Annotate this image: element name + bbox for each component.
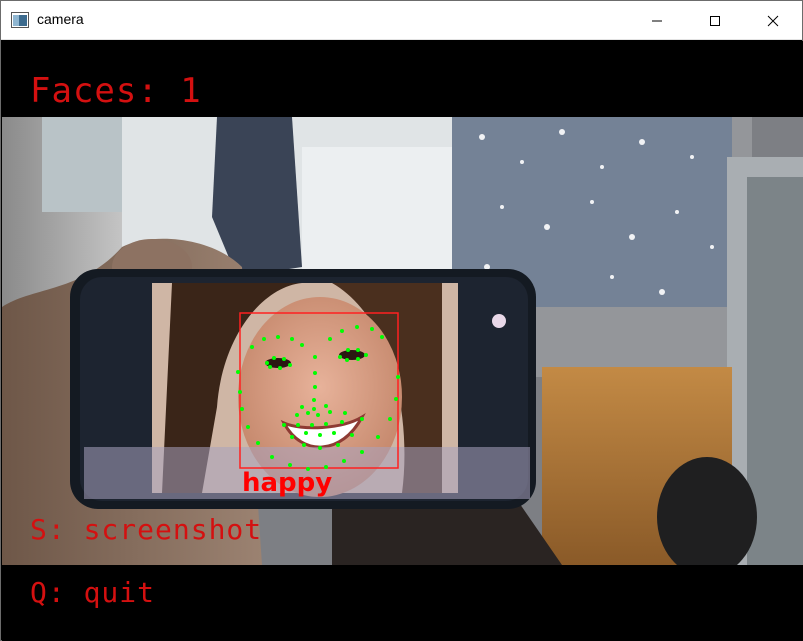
maximize-icon [710,15,720,26]
minimize-icon [652,20,662,21]
faces-count-text: Faces: 1 [30,71,202,111]
quit-hint-text: Q: quit [30,576,156,609]
camera-viewport: Faces: 1 happy S: screenshot Q: quit [2,41,803,641]
minimize-button[interactable] [628,1,686,40]
close-icon [767,15,779,26]
emotion-label: happy [242,468,333,498]
screenshot-hint-text: S: screenshot [30,513,263,546]
window-title: camera [37,11,84,27]
maximize-button[interactable] [686,1,744,40]
close-button[interactable] [744,1,802,40]
app-icon [11,12,29,28]
camera-window: camera Faces: 1 happy S: screenshot Q: q… [0,0,803,641]
camera-frame [2,117,803,565]
title-bar[interactable]: camera [1,1,802,40]
